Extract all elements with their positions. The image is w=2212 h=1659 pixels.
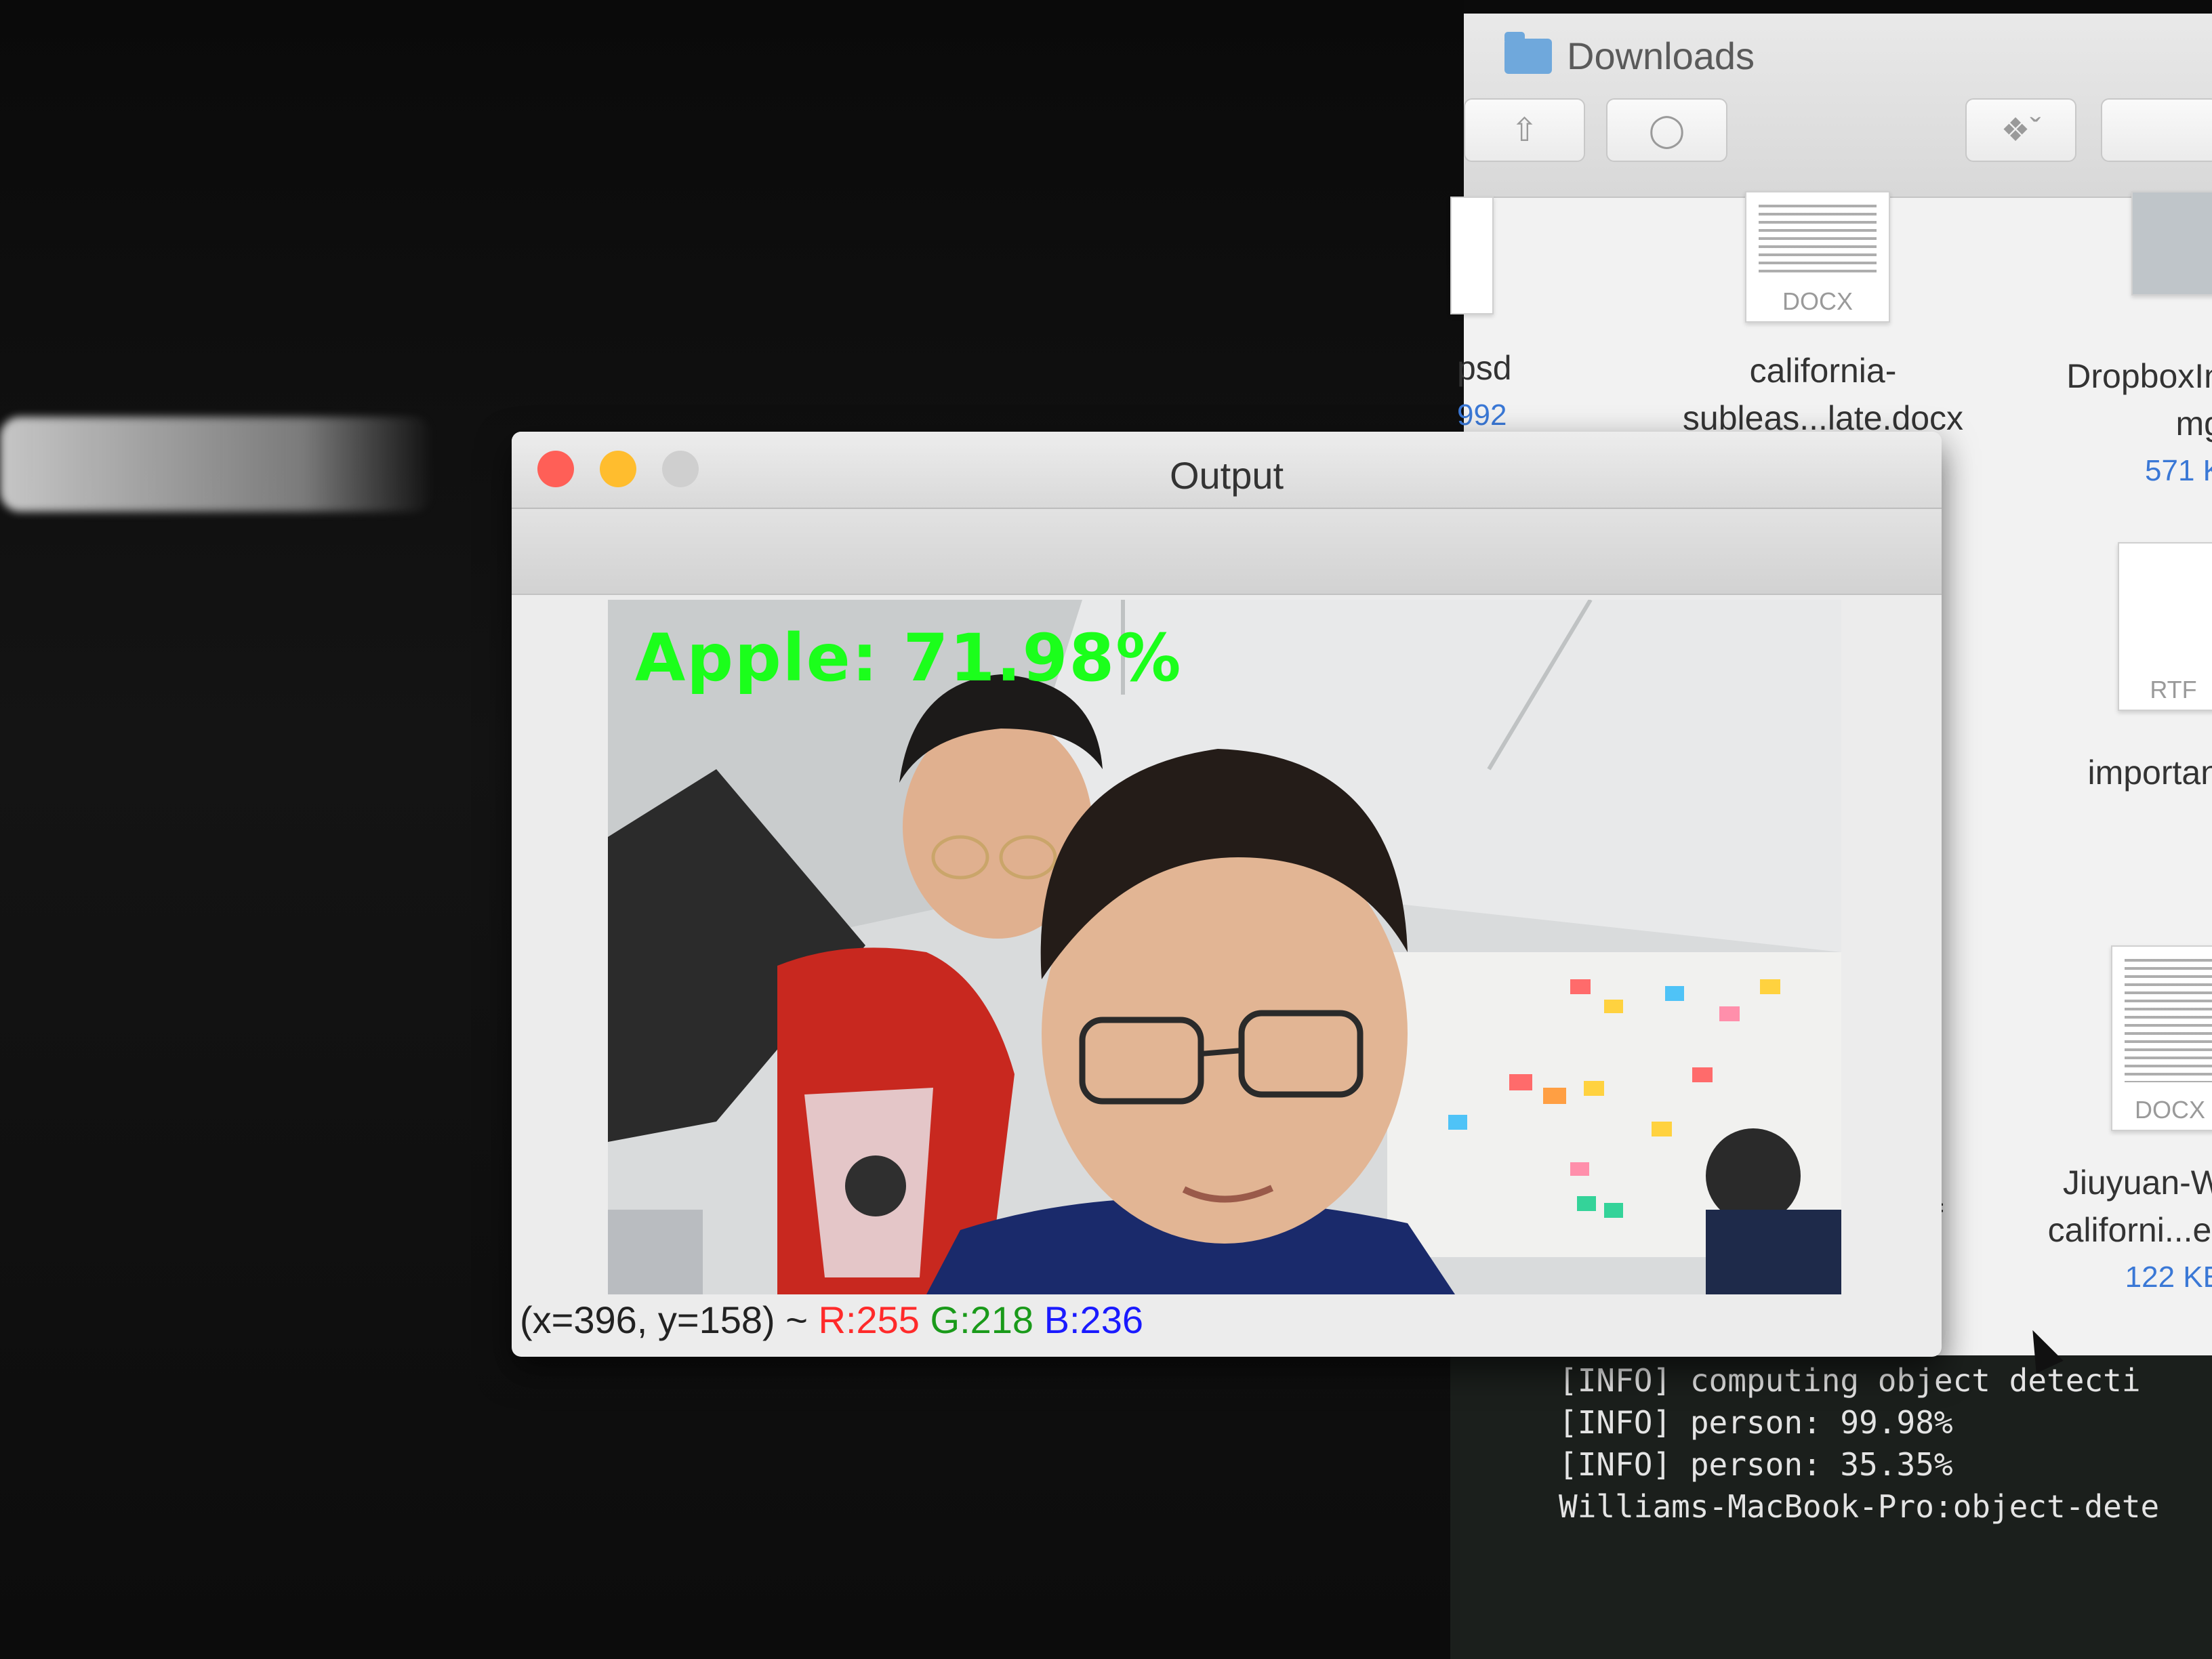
file-thumbnail[interactable] [1450,197,1494,314]
tag-icon: ◯ [1648,112,1685,148]
tag-button[interactable]: ◯ [1606,98,1727,162]
file-thumbnail[interactable]: RTF [2118,542,2212,711]
file-item-jiuyuan[interactable]: Jiuyuan-W californi...e( 122 KE [2020,1159,2212,1301]
terminal-line: [INFO] person: 35.35% [1559,1446,1953,1483]
terminal-window[interactable]: [INFO] computing object detecti [INFO] p… [1450,1355,2212,1659]
file-item-dropbox-installer[interactable]: DropboxIn mg 571 K [2033,352,2212,495]
file-item-psd[interactable]: psd 992 [1457,344,1538,439]
file-item-important[interactable]: importan [2043,749,2212,796]
file-name-line: Jiuyuan-W [2062,1164,2212,1202]
status-green-value: G:218 [930,1298,1034,1341]
status-red-value: R:255 [818,1298,920,1341]
status-blue-value: B:236 [1044,1298,1143,1341]
output-window-title: Output [1169,454,1284,497]
share-button[interactable]: ⇧ [1464,98,1585,162]
folder-icon [1504,31,1552,74]
file-extension: DOCX [1782,287,1853,315]
share-icon: ⇧ [1511,112,1538,148]
file-item-california-sublease[interactable]: california- subleas...late.docx [1633,347,2013,442]
file-thumbnail[interactable]: DOCX [2111,945,2212,1131]
camera-image [608,600,1841,1294]
detection-label: Apple: 71.98% [635,620,1183,696]
file-size: 122 KE [2125,1261,2212,1294]
terminal-line: [INFO] computing object detecti [1559,1362,2141,1399]
screen-glare [0,417,434,512]
file-thumbnail[interactable] [2131,191,2212,295]
finder-titlebar: Downloads ⇧ ◯ ❖ˇ [1464,14,2212,198]
file-name-line: californi...e( [2047,1211,2212,1249]
file-name-line: mg [2175,405,2212,443]
dropbox-icon: ❖ˇ [2001,112,2041,148]
terminal-line: [INFO] person: 99.98% [1559,1404,1953,1441]
file-extension: DOCX [2134,1096,2205,1124]
file-name-line: california- [1749,352,1897,390]
file-name: psd [1457,349,1512,387]
file-name: importan [2087,754,2212,792]
file-name-line: DropboxIn [2066,357,2212,395]
camera-frame[interactable]: Apple: 71.98% [608,600,1841,1294]
file-size: 571 K [2145,454,2212,487]
toolbar-button-extra[interactable] [2101,98,2212,162]
file-thumbnail[interactable]: DOCX [1745,191,1890,323]
status-coords: (x=396, y=158) ~ [520,1298,808,1341]
output-titlebar[interactable]: Output [512,432,1942,509]
finder-title: Downloads [1504,31,1755,78]
finder-title-text: Downloads [1567,35,1755,77]
status-bar: (x=396, y=158) ~ R:255 G:218 B:236 [520,1298,1143,1342]
output-toolbar [512,509,1942,595]
document-lines [1759,205,1877,274]
file-extension: RTF [2150,676,2197,703]
output-window: Output Apple: 71.98% (x=396, y=158) ~ R:… [512,432,1942,1357]
document-lines [2125,959,2212,1082]
dropbox-button[interactable]: ❖ˇ [1965,98,2076,162]
terminal-prompt: Williams-MacBook-Pro:object-dete [1559,1488,2160,1525]
